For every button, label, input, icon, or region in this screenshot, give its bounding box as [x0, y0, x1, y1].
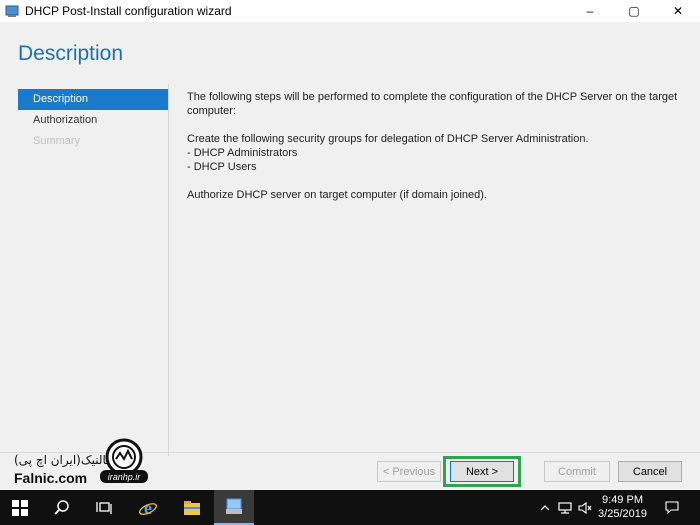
authorize-text: Authorize DHCP server on target computer…	[187, 189, 487, 201]
watermark: فالنیک(ایران اچ پی) Falnic.com iranhp.ir	[14, 427, 154, 489]
maximize-button[interactable]: ▢	[612, 0, 656, 22]
task-view-icon[interactable]	[84, 490, 124, 525]
svg-text:e: e	[144, 498, 152, 518]
wizard-panel: Description Description Authorization Su…	[0, 22, 700, 490]
groups-intro-text: Create the following security groups for…	[187, 133, 589, 145]
taskbar: e 9:49 PM 3/25/2019	[0, 490, 700, 525]
server-wizard-icon[interactable]	[214, 490, 254, 525]
network-icon[interactable]	[556, 490, 574, 525]
chevron-up-icon[interactable]	[536, 490, 554, 525]
groups-list: - DHCP Administrators - DHCP Users	[187, 146, 682, 174]
nav-item-description[interactable]: Description	[18, 89, 168, 110]
watermark-logo: iranhp.ir	[100, 438, 148, 483]
previous-button[interactable]: < Previous	[377, 461, 441, 482]
watermark-logo-text: iranhp.ir	[108, 472, 142, 482]
nav-item-authorization[interactable]: Authorization	[18, 110, 168, 131]
wizard-nav: Description Authorization Summary	[18, 89, 168, 152]
group-item-administrators: - DHCP Administrators	[187, 147, 298, 159]
description-content: The following steps will be performed to…	[187, 90, 682, 216]
window-controls: – ▢ ✕	[568, 0, 700, 22]
notification-icon[interactable]	[660, 490, 684, 525]
clock-date: 3/25/2019	[598, 508, 647, 520]
nav-divider	[168, 84, 169, 456]
windows-start-icon[interactable]	[0, 490, 40, 525]
watermark-site-text: Falnic.com	[14, 470, 88, 486]
minimize-button[interactable]: –	[568, 0, 612, 22]
title-bar: DHCP Post-Install configuration wizard –…	[0, 0, 700, 22]
page-title: Description	[18, 42, 124, 65]
close-button[interactable]: ✕	[656, 0, 700, 22]
intro-text: The following steps will be performed to…	[187, 91, 678, 117]
next-button[interactable]: Next >	[450, 461, 514, 482]
internet-explorer-icon[interactable]: e	[128, 490, 168, 525]
taskbar-clock[interactable]: 9:49 PM 3/25/2019	[590, 493, 655, 521]
clock-time: 9:49 PM	[602, 494, 643, 506]
nav-item-summary: Summary	[33, 135, 81, 147]
cancel-button[interactable]: Cancel	[618, 461, 682, 482]
file-explorer-icon[interactable]	[172, 490, 212, 525]
search-icon[interactable]	[42, 490, 82, 525]
group-item-users: - DHCP Users	[187, 161, 257, 173]
window-title: DHCP Post-Install configuration wizard	[25, 4, 232, 18]
wizard-app-icon	[5, 4, 19, 18]
commit-button[interactable]: Commit	[544, 461, 610, 482]
